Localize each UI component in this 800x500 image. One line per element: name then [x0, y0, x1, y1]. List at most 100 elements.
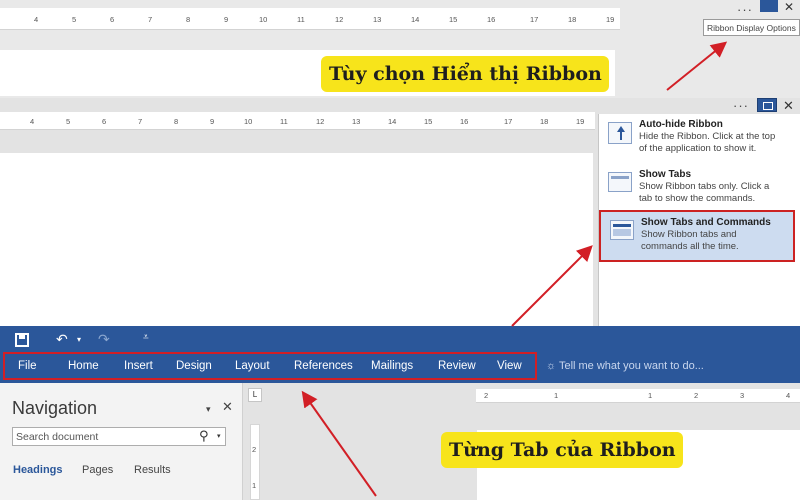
save-icon[interactable] [15, 333, 29, 347]
ribbon-display-options-button[interactable] [757, 98, 777, 112]
ribbon-display-options-button[interactable] [760, 0, 778, 12]
horizontal-ruler[interactable]: 4 5 6 7 8 9 10 11 12 13 14 15 16 17 18 1… [0, 8, 620, 30]
callout-ribbon-options: Tùy chọn Hiển thị Ribbon [321, 56, 609, 92]
tab-layout[interactable]: Layout [235, 360, 270, 372]
ruler-number: 13 [373, 15, 382, 24]
ruler-number: 4 [30, 117, 35, 126]
tab-review[interactable]: Review [438, 360, 476, 372]
tab-selector-icon[interactable]: L [248, 388, 262, 402]
tab-view[interactable]: View [497, 360, 522, 372]
ruler-number: 13 [352, 117, 361, 126]
ruler-number: 18 [568, 15, 577, 24]
ruler-number: 1 [554, 391, 559, 400]
ruler-number: 15 [424, 117, 433, 126]
ruler-number: 19 [576, 117, 585, 126]
ruler-number: 2 [484, 391, 489, 400]
customize-toolbar-icon[interactable]: ⩡ [143, 332, 149, 343]
more-options-icon[interactable]: ··· [737, 2, 753, 17]
nav-tab-results[interactable]: Results [134, 464, 171, 476]
ruler-number: 14 [388, 117, 397, 126]
tab-references[interactable]: References [294, 360, 353, 372]
nav-tab-headings[interactable]: Headings [13, 464, 63, 476]
redo-icon[interactable]: ↷ [98, 331, 110, 348]
close-icon[interactable]: ✕ [222, 399, 233, 415]
search-icon[interactable]: ⚲ [199, 428, 209, 444]
pane-options-icon[interactable]: ▾ [206, 404, 211, 415]
auto-hide-icon [608, 122, 632, 144]
ruler-number: 4 [34, 15, 39, 24]
ruler-number: 11 [280, 117, 288, 126]
menu-item-title: Auto-hide Ribbon [639, 119, 723, 130]
ruler-number: 7 [148, 15, 153, 24]
undo-icon[interactable]: ↶ [56, 331, 68, 348]
undo-dropdown-icon[interactable]: ▾ [77, 335, 81, 344]
tab-design[interactable]: Design [176, 360, 212, 372]
ruler-number: 17 [530, 15, 539, 24]
menu-item-auto-hide-ribbon[interactable]: Auto-hide Ribbon Hide the Ribbon. Click … [599, 118, 800, 155]
more-options-icon[interactable]: ··· [733, 98, 749, 113]
ruler-number: 8 [186, 15, 191, 24]
callout-ribbon-tabs: Từng Tab của Ribbon [441, 432, 683, 468]
nav-tab-pages[interactable]: Pages [82, 464, 113, 476]
ruler-number: 16 [487, 15, 496, 24]
close-icon[interactable]: ✕ [783, 98, 794, 114]
menu-item-desc: tab to show the commands. [639, 193, 756, 204]
menu-item-show-tabs-and-commands[interactable]: Show Tabs and Commands Show Ribbon tabs … [599, 210, 795, 262]
tell-me-box[interactable]: ☼ Tell me what you want to do... [546, 360, 704, 372]
menu-item-desc: Show Ribbon tabs and [641, 229, 737, 240]
ribbon-display-options-menu: Auto-hide Ribbon Hide the Ribbon. Click … [598, 114, 800, 326]
ruler-number: 5 [66, 117, 71, 126]
tab-mailings[interactable]: Mailings [371, 360, 413, 372]
ruler-number: 10 [259, 15, 268, 24]
chevron-down-icon[interactable]: ▾ [217, 432, 221, 440]
ruler-number: 4 [786, 391, 791, 400]
tab-file[interactable]: File [18, 360, 37, 372]
ruler-number: 9 [210, 117, 215, 126]
show-tabs-icon [608, 172, 632, 192]
ruler-number: 7 [138, 117, 143, 126]
lightbulb-icon: ☼ [546, 360, 559, 372]
ruler-number: 11 [297, 15, 305, 24]
ribbon-display-options-tooltip: Ribbon Display Options [703, 19, 800, 36]
horizontal-ruler[interactable]: 2 1 1 2 3 4 [476, 389, 800, 403]
ruler-number: 2 [694, 391, 699, 400]
menu-item-title: Show Tabs [639, 169, 692, 180]
tell-me-text: Tell me what you want to do... [558, 360, 704, 372]
menu-item-desc: Hide the Ribbon. Click at the top [639, 131, 776, 142]
ruler-number: 17 [504, 117, 513, 126]
search-placeholder: Search document [16, 431, 99, 443]
document-page[interactable] [0, 153, 593, 326]
navigation-title: Navigation [12, 398, 98, 418]
show-tabs-and-commands-icon [610, 220, 634, 240]
ruler-number: 12 [335, 15, 344, 24]
screenshot-collage: 4 5 6 7 8 9 10 11 12 13 14 15 16 17 18 1… [0, 0, 800, 500]
ruler-number: 6 [110, 15, 115, 24]
menu-item-desc: of the application to show it. [639, 143, 757, 154]
menu-item-show-tabs[interactable]: Show Tabs Show Ribbon tabs only. Click a… [599, 168, 800, 205]
ruler-number: 10 [244, 117, 253, 126]
ruler-number: 3 [740, 391, 745, 400]
menu-item-desc: Show Ribbon tabs only. Click a [639, 181, 770, 192]
menu-item-title: Show Tabs and Commands [641, 217, 771, 228]
horizontal-ruler[interactable]: 4 5 6 7 8 9 10 11 12 13 14 15 16 17 18 1… [0, 112, 595, 130]
ruler-number: 19 [606, 15, 615, 24]
ruler-number: 16 [460, 117, 469, 126]
ruler-number: 12 [316, 117, 325, 126]
ruler-number: 6 [102, 117, 107, 126]
ruler-number: 1 [648, 391, 653, 400]
close-icon[interactable]: ✕ [784, 0, 794, 14]
tab-insert[interactable]: Insert [124, 360, 153, 372]
vertical-ruler[interactable]: 2 1 [250, 424, 260, 500]
ruler-number: 14 [411, 15, 420, 24]
ruler-number: 1 [252, 481, 257, 490]
search-input[interactable]: Search document ⚲ ▾ [12, 427, 226, 446]
ruler-number: 9 [224, 15, 229, 24]
ruler-number: 5 [72, 15, 77, 24]
ruler-number: 2 [252, 445, 257, 454]
menu-item-desc: commands all the time. [641, 241, 739, 252]
quick-access-toolbar: ↶ ▾ ↷ ⩡ [0, 326, 800, 354]
word-window: ↶ ▾ ↷ ⩡ File Home Insert Design Layout R… [0, 326, 800, 500]
ruler-number: 8 [174, 117, 179, 126]
ruler-number: 18 [540, 117, 549, 126]
tab-home[interactable]: Home [68, 360, 99, 372]
